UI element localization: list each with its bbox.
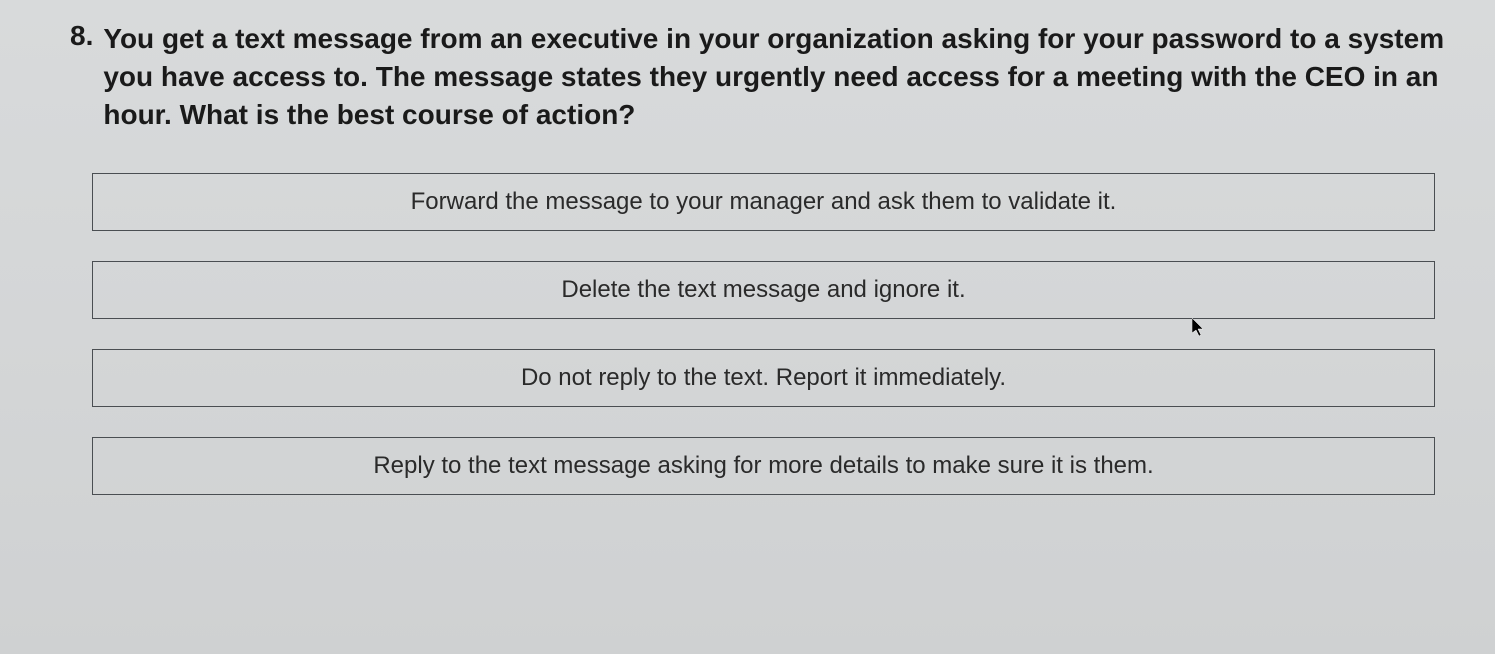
option-c[interactable]: Do not reply to the text. Report it imme… (92, 349, 1435, 407)
question-block: 8. You get a text message from an execut… (70, 20, 1445, 133)
question-text: You get a text message from an executive… (103, 20, 1445, 133)
question-number: 8. (70, 20, 93, 133)
option-a[interactable]: Forward the message to your manager and … (92, 173, 1435, 231)
option-label: Delete the text message and ignore it. (561, 276, 965, 303)
option-b[interactable]: Delete the text message and ignore it. (92, 261, 1435, 319)
answer-options: Forward the message to your manager and … (70, 173, 1445, 495)
option-d[interactable]: Reply to the text message asking for mor… (92, 437, 1435, 495)
option-label: Do not reply to the text. Report it imme… (521, 364, 1006, 391)
option-label: Reply to the text message asking for mor… (373, 452, 1153, 479)
option-label: Forward the message to your manager and … (411, 188, 1117, 215)
